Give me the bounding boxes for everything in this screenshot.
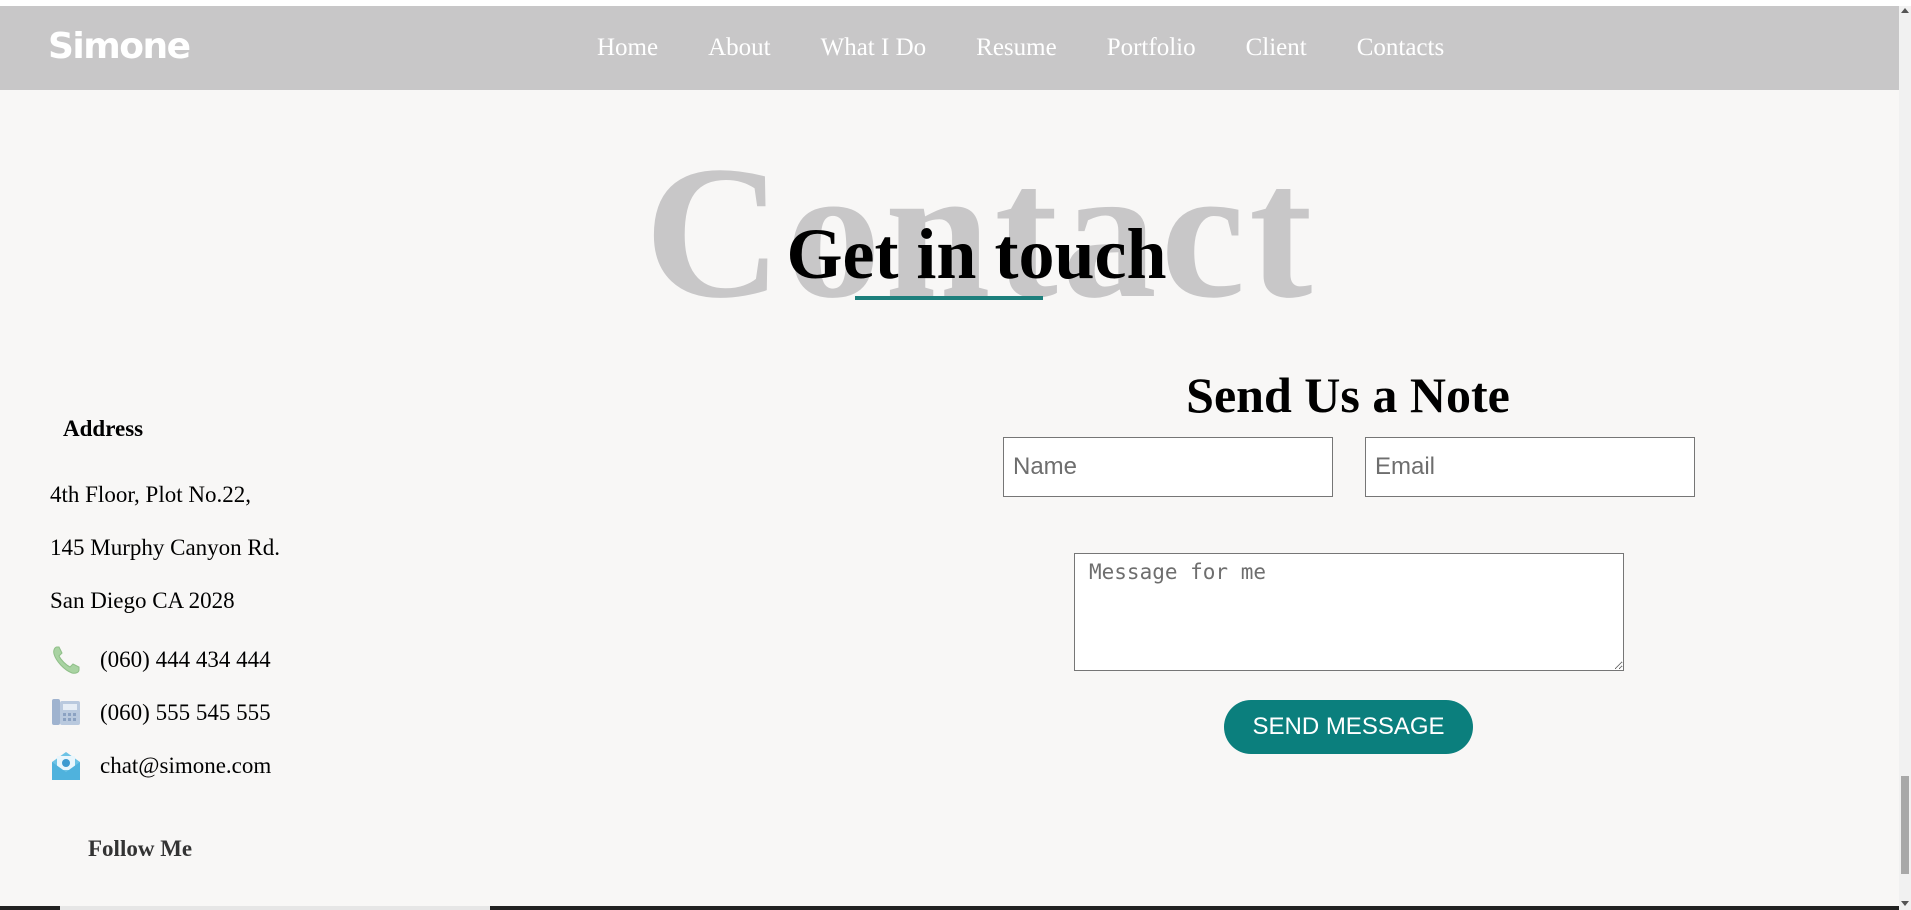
- address-line-2: 145 Murphy Canyon Rd.: [50, 535, 280, 560]
- address-line-3: San Diego CA 2028: [50, 588, 235, 613]
- send-message-button[interactable]: SEND MESSAGE: [1224, 700, 1473, 754]
- nav-what-i-do[interactable]: What I Do: [821, 34, 927, 62]
- name-input[interactable]: [1003, 437, 1333, 497]
- nav-portfolio[interactable]: Portfolio: [1107, 34, 1196, 62]
- bottom-bar-segment: [0, 906, 60, 910]
- heading-underline: [855, 296, 1043, 300]
- address-line-1: 4th Floor, Plot No.22,: [50, 482, 251, 507]
- nav-client[interactable]: Client: [1246, 34, 1307, 62]
- phone-icon: [53, 646, 80, 674]
- scroll-down-arrow-icon[interactable]: [1901, 901, 1909, 906]
- follow-me-label: Follow Me: [88, 836, 193, 861]
- form-heading: Send Us a Note: [1186, 367, 1510, 423]
- nav-home[interactable]: Home: [597, 34, 658, 62]
- fax-row: (060) 555 545 555: [50, 697, 271, 729]
- phone-number[interactable]: (060) 444 434 444: [100, 647, 271, 673]
- email-row: chat@simone.com: [50, 750, 271, 782]
- message-textarea[interactable]: [1074, 553, 1624, 671]
- nav-about[interactable]: About: [708, 34, 771, 62]
- section-heading: Get in touch: [786, 214, 1167, 294]
- address-label: Address: [63, 416, 144, 441]
- email-address[interactable]: chat@simone.com: [100, 753, 271, 779]
- nav-resume[interactable]: Resume: [976, 34, 1057, 62]
- scroll-up-arrow-icon[interactable]: [1901, 8, 1909, 13]
- brand-logo[interactable]: Simone: [48, 26, 191, 67]
- scrollbar-thumb[interactable]: [1901, 776, 1909, 874]
- nav-links: Home About What I Do Resume Portfolio Cl…: [597, 34, 1494, 62]
- fax-number[interactable]: (060) 555 545 555: [100, 700, 271, 726]
- fax-icon: [52, 699, 80, 725]
- phone-row: (060) 444 434 444: [50, 644, 271, 676]
- email-input[interactable]: [1365, 437, 1695, 497]
- mail-icon: [52, 752, 80, 780]
- navbar: Simone Home About What I Do Resume Portf…: [0, 6, 1899, 90]
- nav-contacts[interactable]: Contacts: [1357, 34, 1445, 62]
- bottom-bar-segment: [490, 906, 1899, 910]
